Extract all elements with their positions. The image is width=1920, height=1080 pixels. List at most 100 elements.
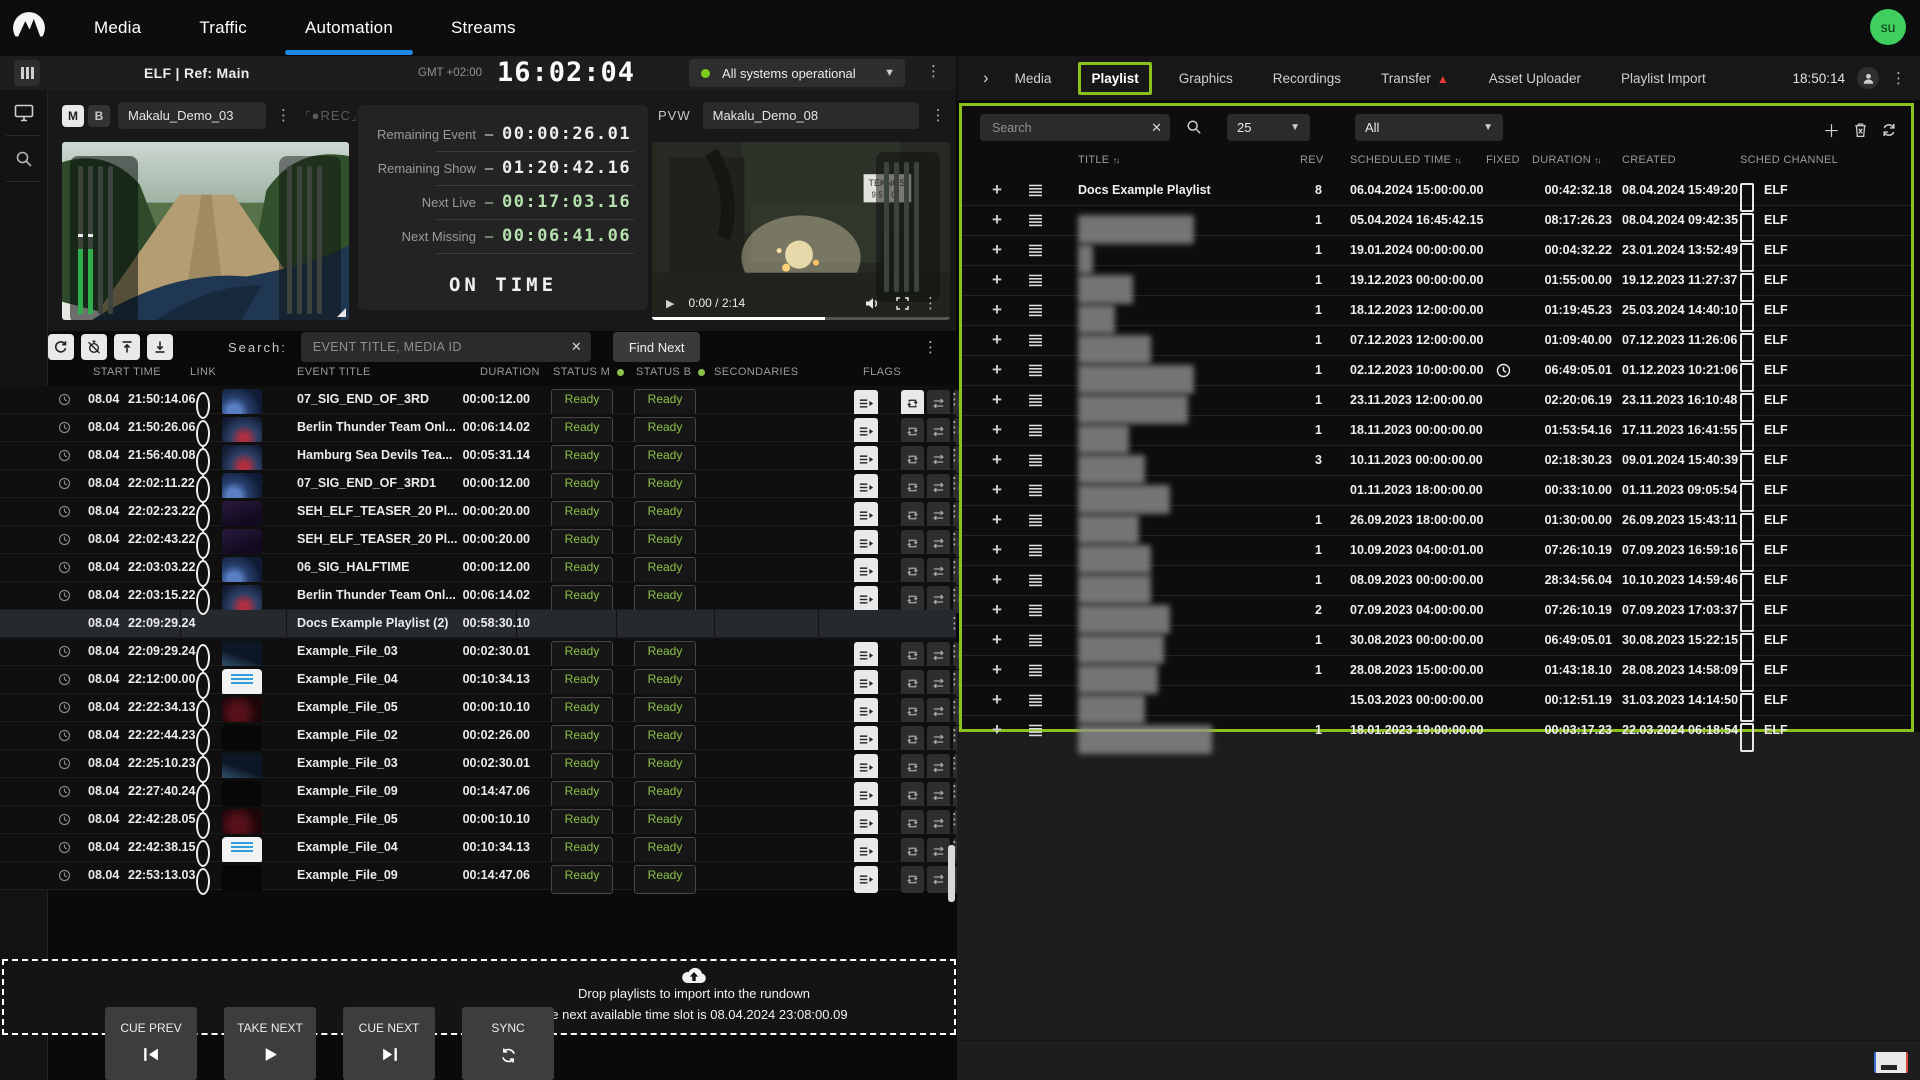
rundown-group-row[interactable]: 08.04 22:09:29.24 Docs Example Playlist … xyxy=(0,610,956,638)
playlist-row[interactable]: + 1 26.09.2023 18:00:00.00 01:30:00.00 2… xyxy=(962,506,1911,536)
append-playlist-icon[interactable]: + xyxy=(992,565,1002,594)
keyboard-icon[interactable] xyxy=(1874,1052,1908,1073)
rundown-event-row[interactable]: 08.04 22:12:00.00 Example_File_04 00:10:… xyxy=(0,666,956,694)
col-secondaries[interactable]: SECONDARIES xyxy=(714,366,798,378)
playlist-row[interactable]: + 1 10.09.2023 04:00:01.00 07:26:10.19 0… xyxy=(962,536,1911,566)
event-thumbnail[interactable] xyxy=(222,837,262,864)
link-circle[interactable] xyxy=(196,476,210,503)
event-thumbnail[interactable] xyxy=(222,417,262,444)
nav-tab-media[interactable]: Media xyxy=(94,0,141,55)
loop-flag-icon[interactable] xyxy=(901,446,924,473)
take-next-button[interactable]: TAKE NEXT xyxy=(224,1007,316,1080)
col-duration[interactable]: DURATION xyxy=(480,366,540,378)
scroll-to-onair-button[interactable] xyxy=(147,334,173,360)
event-title[interactable]: Example_File_05 xyxy=(297,806,398,833)
event-title[interactable]: Example_File_09 xyxy=(297,862,398,889)
secondary-events-icon[interactable] xyxy=(854,558,878,585)
event-thumbnail[interactable] xyxy=(222,725,262,752)
cue-next-button[interactable]: CUE NEXT xyxy=(343,1007,435,1080)
rundown-event-row[interactable]: 08.04 21:56:40.08 Hamburg Sea Devils Tea… xyxy=(0,442,956,470)
append-playlist-icon[interactable]: + xyxy=(992,235,1002,264)
pcol-duration[interactable]: DURATION ↑↓ xyxy=(1532,154,1600,166)
secondary-events-icon[interactable] xyxy=(854,642,878,669)
secondary-events-icon[interactable] xyxy=(854,446,878,473)
secondary-events-icon[interactable] xyxy=(854,810,878,837)
link-circle[interactable] xyxy=(196,700,210,727)
col-event-title[interactable]: EVENT TITLE xyxy=(297,366,371,378)
playlist-row[interactable]: + 1 30.08.2023 00:00:00.00 06:49:05.01 3… xyxy=(962,626,1911,656)
playlist-row[interactable]: + 15.03.2023 00:00:00.00 00:12:51.19 31.… xyxy=(962,686,1911,716)
loop-flag-icon[interactable] xyxy=(901,642,924,669)
event-title[interactable]: Example_File_04 xyxy=(297,666,398,693)
pcol-title[interactable]: TITLE ↑↓ xyxy=(1078,154,1119,166)
header-menu-button[interactable]: ⋮ xyxy=(926,64,941,79)
page-size-select[interactable]: 25▼ xyxy=(1227,114,1310,141)
rundown-event-row[interactable]: 08.04 22:03:15.22 Berlin Thunder Team On… xyxy=(0,582,956,610)
playlist-row[interactable]: + Docs Example Playlist 8 06.04.2024 15:… xyxy=(962,176,1911,206)
link-circle[interactable] xyxy=(196,560,210,587)
player-a-menu-button[interactable]: ⋮ xyxy=(276,108,291,123)
event-thumbnail[interactable] xyxy=(222,781,262,808)
playlist-row[interactable]: + 1 28.08.2023 15:00:00.00 01:43:18.10 2… xyxy=(962,656,1911,686)
play-icon[interactable]: ▶ xyxy=(666,297,674,310)
rundown-event-row[interactable]: 08.04 22:22:44.23 Example_File_02 00:02:… xyxy=(0,722,956,750)
secondary-events-icon[interactable] xyxy=(854,726,878,753)
panel-tab-asset-uploader[interactable]: Asset Uploader xyxy=(1489,71,1581,86)
event-thumbnail[interactable] xyxy=(222,501,262,528)
playlist-row[interactable]: + 2 07.09.2023 04:00:00.00 07:26:10.19 0… xyxy=(962,596,1911,626)
panel-tab-graphics[interactable]: Graphics xyxy=(1179,71,1233,86)
rundown-search-input[interactable] xyxy=(301,332,591,362)
append-playlist-icon[interactable]: + xyxy=(992,295,1002,324)
filter-select[interactable]: All▼ xyxy=(1355,114,1503,141)
clear-search-icon[interactable]: ✕ xyxy=(571,339,582,355)
pvw-video-menu-button[interactable]: ⋮ xyxy=(923,296,938,311)
nav-tab-streams[interactable]: Streams xyxy=(451,0,516,55)
append-playlist-icon[interactable]: + xyxy=(992,475,1002,504)
panel-tab-media[interactable]: Media xyxy=(1015,71,1052,86)
event-thumbnail[interactable] xyxy=(222,641,262,668)
col-status-b[interactable]: STATUS B xyxy=(636,366,705,378)
event-title[interactable]: Example_File_05 xyxy=(297,694,398,721)
loop-flag-icon[interactable] xyxy=(901,502,924,529)
rundown-event-row[interactable]: 08.04 22:02:11.22 07_SIG_END_OF_3RD1 00:… xyxy=(0,470,956,498)
secondary-events-icon[interactable] xyxy=(854,586,878,613)
loop-flag-icon[interactable] xyxy=(901,726,924,753)
append-playlist-icon[interactable]: + xyxy=(992,385,1002,414)
link-circle[interactable] xyxy=(196,840,210,867)
col-flags[interactable]: FLAGS xyxy=(863,366,901,378)
playlist-title[interactable]: Docs Example Playlist xyxy=(1078,176,1211,205)
reload-rundown-button[interactable] xyxy=(48,334,74,360)
loop-flag-icon[interactable] xyxy=(901,698,924,725)
panel-tab-recordings[interactable]: Recordings xyxy=(1273,71,1341,86)
pcol-fixed[interactable]: FIXED xyxy=(1486,154,1520,166)
event-title[interactable]: Example_File_04 xyxy=(297,834,398,861)
fullscreen-icon[interactable] xyxy=(896,297,909,310)
rundown-event-row[interactable]: 08.04 21:50:26.06 Berlin Thunder Team On… xyxy=(0,414,956,442)
link-circle[interactable] xyxy=(196,784,210,811)
col-status-m[interactable]: STATUS M xyxy=(553,366,624,378)
playlist-row[interactable]: + 3 10.11.2023 00:00:00.00 02:18:30.23 0… xyxy=(962,446,1911,476)
nav-tab-traffic[interactable]: Traffic xyxy=(199,0,247,55)
secondary-events-icon[interactable] xyxy=(854,390,878,417)
disable-timers-button[interactable] xyxy=(81,334,107,360)
rundown-event-row[interactable]: 08.04 22:42:38.15 Example_File_04 00:10:… xyxy=(0,834,956,862)
rundown-event-row[interactable]: 08.04 22:27:40.24 Example_File_09 00:14:… xyxy=(0,778,956,806)
playlist-title-redacted[interactable] xyxy=(1078,725,1212,754)
panel-tab-playlist[interactable]: Playlist xyxy=(1078,62,1151,95)
pvw-video[interactable]: TEKNOS 9 5 0 0 ▶ 0:00 / 2:14 ⋮ xyxy=(652,142,950,320)
rundown-event-row[interactable]: 08.04 22:03:03.22 06_SIG_HALFTIME 00:00:… xyxy=(0,554,956,582)
rundown-event-row[interactable]: 08.04 22:25:10.23 Example_File_03 00:02:… xyxy=(0,750,956,778)
player-a-title-field[interactable] xyxy=(118,102,266,129)
pcol-created[interactable]: CREATED xyxy=(1622,154,1676,166)
loop-flag-icon[interactable] xyxy=(901,838,924,865)
event-title[interactable]: Example_File_03 xyxy=(297,750,398,777)
rec-button[interactable]: ⌜●REC⌟ xyxy=(305,108,358,123)
panel-tab-transfer[interactable]: Transfer▲ xyxy=(1381,71,1449,86)
loop-flag-icon[interactable] xyxy=(901,558,924,585)
refresh-playlists-button[interactable] xyxy=(1881,122,1897,138)
player-a-video[interactable] xyxy=(62,142,349,320)
user-avatar[interactable]: su xyxy=(1870,9,1906,45)
rundown-event-row[interactable]: 08.04 22:53:13.03 Example_File_09 00:14:… xyxy=(0,862,956,890)
sort-icon[interactable]: ↑↓ xyxy=(1455,156,1461,165)
playlist-row[interactable]: + 1 07.12.2023 12:00:00.00 01:09:40.00 0… xyxy=(962,326,1911,356)
